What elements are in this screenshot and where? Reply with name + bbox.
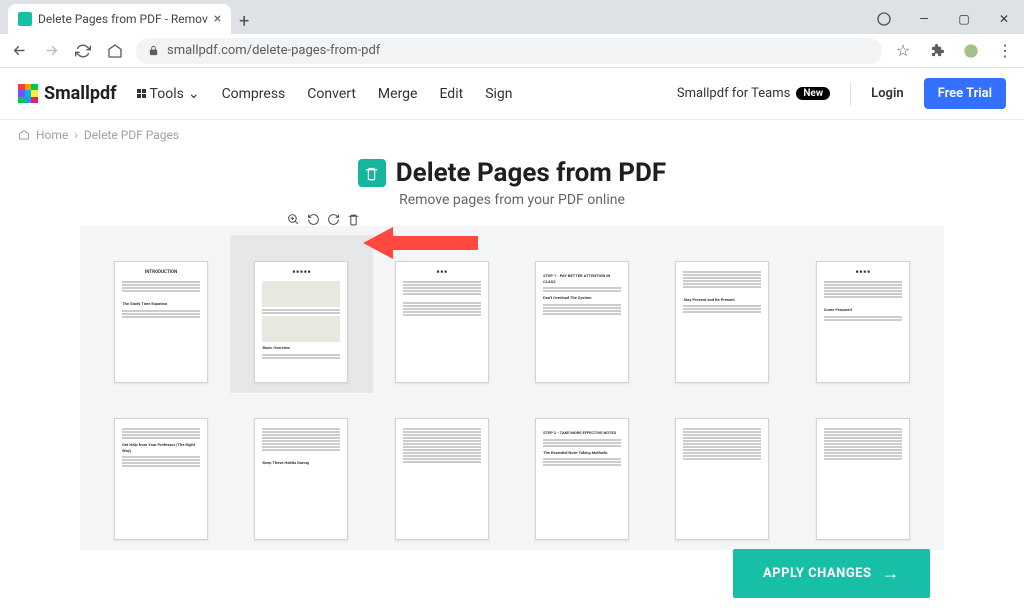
window-maximize-button[interactable]: ▢: [944, 4, 984, 34]
page-thumb-7[interactable]: Get Help from Your Professor (The Right …: [105, 418, 217, 540]
page-heading: Delete Pages from PDF: [358, 158, 666, 188]
extensions-icon[interactable]: [926, 40, 948, 62]
page-thumb-2-selected[interactable]: ■ ■ ■ ■ ■Basic Overview: [230, 235, 372, 393]
apply-changes-button[interactable]: APPLY CHANGES →: [733, 549, 930, 598]
page-thumb-11[interactable]: [666, 418, 778, 540]
favicon-icon: [18, 12, 32, 26]
app-header: Smallpdf Tools ⌄ Compress Convert Merge …: [0, 68, 1024, 120]
logo[interactable]: Smallpdf: [18, 83, 117, 104]
star-icon[interactable]: ☆: [892, 40, 914, 62]
home-button[interactable]: [104, 40, 126, 62]
logo-text: Smallpdf: [44, 83, 117, 104]
pages-grid: INTRODUCTIONThe Study Time Equation ■ ■ …: [105, 261, 919, 540]
nav-compress[interactable]: Compress: [222, 86, 286, 102]
grid-icon: [137, 89, 146, 98]
page-thumb-1[interactable]: INTRODUCTIONThe Study Time Equation: [105, 261, 217, 383]
nav-convert[interactable]: Convert: [307, 86, 356, 102]
page-thumb-10[interactable]: STEP 2 - TAKE MORE EFFECTIVE NOTESThe Es…: [526, 418, 638, 540]
url-text: smallpdf.com/delete-pages-from-pdf: [167, 43, 380, 58]
nav-edit[interactable]: Edit: [439, 86, 463, 102]
page-tools: [287, 213, 360, 226]
home-icon[interactable]: [18, 129, 30, 141]
breadcrumb-separator: ›: [74, 128, 78, 142]
arrow-right-icon: →: [882, 563, 901, 584]
zoom-in-icon[interactable]: [287, 213, 300, 226]
rotate-left-icon[interactable]: [307, 213, 320, 226]
browser-titlebar: Delete Pages from PDF - Remov × + — ▢ ✕: [0, 0, 1024, 34]
rotate-right-icon[interactable]: [327, 213, 340, 226]
login-link[interactable]: Login: [871, 86, 903, 101]
new-badge: New: [796, 87, 830, 100]
pages-work-area: INTRODUCTIONThe Study Time Equation ■ ■ …: [80, 226, 944, 550]
page-thumb-4[interactable]: STEP 1 - PAY BETTER ATTENTION IN CLASSDo…: [526, 261, 638, 383]
nav-sign[interactable]: Sign: [485, 86, 512, 102]
forward-button[interactable]: [40, 40, 62, 62]
page-thumb-8[interactable]: Keep These Habits During: [245, 418, 357, 540]
url-field[interactable]: smallpdf.com/delete-pages-from-pdf: [136, 38, 882, 64]
tab-close-icon[interactable]: ×: [214, 12, 221, 26]
page-thumb-5[interactable]: Stay Present and Be Present: [666, 261, 778, 383]
page-thumb-9[interactable]: [386, 418, 498, 540]
page-thumb-12[interactable]: [807, 418, 919, 540]
back-button[interactable]: [8, 40, 30, 62]
divider: [850, 82, 851, 106]
incognito-icon[interactable]: [864, 4, 904, 34]
teams-link[interactable]: Smallpdf for Teams New: [677, 86, 830, 101]
breadcrumb: Home › Delete PDF Pages: [0, 120, 1024, 150]
breadcrumb-home[interactable]: Home: [36, 128, 68, 142]
nav-merge[interactable]: Merge: [378, 86, 418, 102]
profile-icon[interactable]: [960, 40, 982, 62]
window-minimize-button[interactable]: —: [904, 4, 944, 34]
browser-tab[interactable]: Delete Pages from PDF - Remov ×: [8, 4, 231, 34]
tab-title: Delete Pages from PDF - Remov: [38, 12, 208, 26]
apply-bar: APPLY CHANGES →: [733, 549, 930, 598]
new-tab-button[interactable]: +: [231, 8, 257, 34]
chevron-down-icon: ⌄: [188, 86, 200, 102]
browser-address-bar: smallpdf.com/delete-pages-from-pdf ☆ ⋮: [0, 34, 1024, 68]
trash-title-icon: [358, 159, 386, 187]
page-thumb-6[interactable]: ■ ■ ■ ■Come Prepared: [807, 261, 919, 383]
free-trial-button[interactable]: Free Trial: [924, 78, 1006, 109]
menu-icon[interactable]: ⋮: [994, 40, 1016, 62]
tools-menu[interactable]: Tools ⌄: [137, 86, 200, 102]
logo-icon: [18, 84, 38, 104]
lock-icon: [148, 45, 159, 56]
page-subtitle: Remove pages from your PDF online: [0, 192, 1024, 208]
page-thumb-3[interactable]: ■ ■ ■: [386, 261, 498, 383]
breadcrumb-current: Delete PDF Pages: [84, 128, 179, 142]
trash-icon[interactable]: [347, 213, 360, 226]
window-close-button[interactable]: ✕: [984, 4, 1024, 34]
page-title-section: Delete Pages from PDF Remove pages from …: [0, 158, 1024, 208]
reload-button[interactable]: [72, 40, 94, 62]
